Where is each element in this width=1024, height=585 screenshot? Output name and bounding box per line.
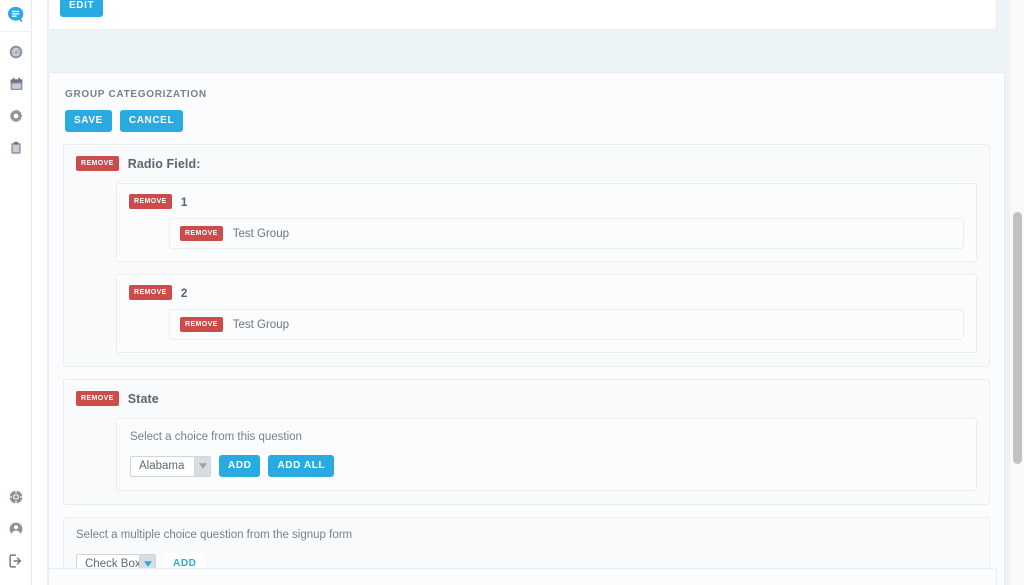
life-ring-help-icon bbox=[8, 489, 24, 505]
choice-group-index: 2 bbox=[180, 285, 188, 300]
choice-group-index: 1 bbox=[180, 194, 188, 209]
add-all-choices-button[interactable]: ADD ALL bbox=[268, 455, 335, 477]
state-choice-box: Select a choice from this question Alaba… bbox=[116, 418, 977, 491]
remove-choice-group-button[interactable]: REMOVE bbox=[129, 285, 172, 300]
choice-group: REMOVE 1 REMOVE Test Group bbox=[116, 183, 977, 262]
remove-member-button[interactable]: REMOVE bbox=[180, 317, 223, 332]
scrollbar-thumb[interactable] bbox=[1013, 212, 1022, 464]
cancel-button[interactable]: CANCEL bbox=[119, 110, 184, 132]
clipboard-icon bbox=[9, 140, 23, 156]
sidebar-gutter bbox=[32, 0, 48, 585]
sidebar-item-calendar[interactable] bbox=[0, 68, 32, 100]
save-button[interactable]: SAVE bbox=[65, 110, 112, 132]
gear-icon bbox=[8, 108, 24, 124]
remove-field-button[interactable]: REMOVE bbox=[76, 156, 119, 171]
state-choice-select-value: Alabama bbox=[139, 460, 185, 472]
brand-logo[interactable] bbox=[0, 0, 32, 32]
state-choice-controls: Alabama ADD ADD ALL bbox=[130, 455, 963, 477]
sidebar-bottom-group bbox=[0, 481, 31, 585]
sidebar-item-account[interactable] bbox=[0, 513, 32, 545]
chevron-down-icon bbox=[194, 456, 210, 476]
choice-group: REMOVE 2 REMOVE Test Group bbox=[116, 274, 977, 353]
panel-action-row: SAVE CANCEL bbox=[65, 110, 990, 132]
logout-icon bbox=[8, 553, 24, 569]
bottom-card bbox=[48, 568, 997, 585]
top-card: EDIT bbox=[48, 0, 997, 30]
sidebar-item-reports[interactable] bbox=[0, 132, 32, 164]
remove-member-button[interactable]: REMOVE bbox=[180, 226, 223, 241]
edit-button[interactable]: EDIT bbox=[60, 0, 104, 17]
choice-group-header: REMOVE 1 bbox=[129, 194, 964, 209]
panel-title: GROUP CATEGORIZATION bbox=[65, 89, 207, 100]
field-header: REMOVE Radio Field: bbox=[76, 156, 977, 171]
remove-choice-group-button[interactable]: REMOVE bbox=[129, 194, 172, 209]
remove-field-button[interactable]: REMOVE bbox=[76, 391, 119, 406]
vertical-scrollbar[interactable] bbox=[1009, 0, 1024, 585]
main-content: EDIT GROUP CATEGORIZATION SAVE CANCEL RE… bbox=[48, 0, 1024, 585]
calendar-icon bbox=[9, 76, 24, 92]
sidebar bbox=[0, 0, 32, 585]
chat-search-icon bbox=[6, 5, 27, 26]
field-label: Radio Field: bbox=[127, 156, 201, 171]
add-choice-button[interactable]: ADD bbox=[219, 455, 261, 477]
app-root: EDIT GROUP CATEGORIZATION SAVE CANCEL RE… bbox=[0, 0, 1024, 585]
member-name: Test Group bbox=[232, 227, 289, 240]
field-block-state: REMOVE State Select a choice from this q… bbox=[63, 379, 990, 505]
field-block-radio: REMOVE Radio Field: REMOVE 1 REMOVE Test… bbox=[63, 144, 990, 367]
field-label: State bbox=[127, 391, 159, 406]
choice-member-row: REMOVE Test Group bbox=[169, 218, 964, 249]
state-choice-prompt: Select a choice from this question bbox=[130, 431, 302, 443]
choice-group-header: REMOVE 2 bbox=[129, 285, 964, 300]
edit-button-wrap: EDIT bbox=[60, 0, 104, 17]
field-header: REMOVE State bbox=[76, 391, 977, 406]
group-categorization-panel: GROUP CATEGORIZATION SAVE CANCEL REMOVE … bbox=[48, 72, 1005, 585]
signup-question-label: Select a multiple choice question from t… bbox=[76, 529, 353, 541]
sidebar-top-group bbox=[0, 0, 32, 164]
user-account-icon bbox=[8, 521, 24, 537]
member-name: Test Group bbox=[232, 318, 289, 331]
sidebar-item-logout[interactable] bbox=[0, 545, 32, 577]
choice-member-row: REMOVE Test Group bbox=[169, 309, 964, 340]
sidebar-item-help[interactable] bbox=[0, 481, 32, 513]
state-choice-select[interactable]: Alabama bbox=[130, 455, 211, 477]
dashboard-gauge-icon bbox=[8, 44, 24, 60]
sidebar-item-dashboard[interactable] bbox=[0, 36, 32, 68]
sidebar-item-settings[interactable] bbox=[0, 100, 32, 132]
